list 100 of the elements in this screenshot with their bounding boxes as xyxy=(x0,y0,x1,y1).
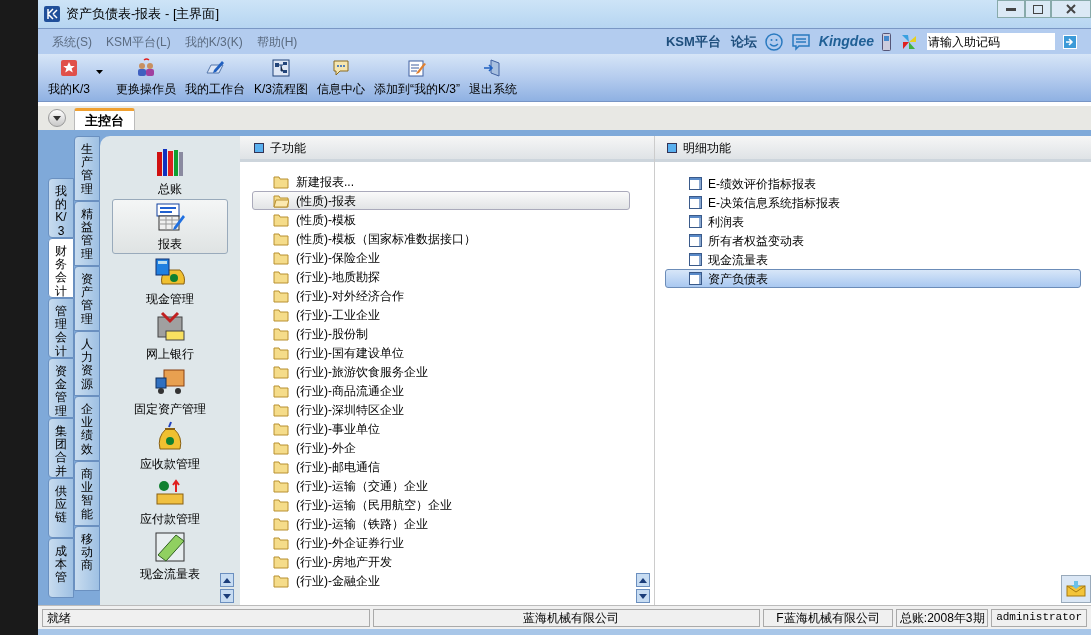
folder-item[interactable]: (性质)-模板（国家标准数据接口） xyxy=(252,229,630,248)
bank-building-icon xyxy=(154,310,186,343)
folder-item[interactable]: (行业)-股份制 xyxy=(252,324,630,343)
folder-item[interactable]: (行业)-国有建设单位 xyxy=(252,343,630,362)
folder-icon xyxy=(273,497,289,512)
toolbar-button[interactable]: 我的K/3 xyxy=(48,58,107,98)
dropdown-button[interactable] xyxy=(48,109,66,127)
toolbar-button[interactable]: 更换操作员 xyxy=(116,58,176,98)
header-link[interactable]: 论坛 xyxy=(730,31,757,52)
minimize-button[interactable] xyxy=(997,0,1025,18)
side-tab[interactable]: 移动商 xyxy=(74,526,100,591)
banknote-sheet-icon xyxy=(154,530,186,563)
status-field: 总账:2008年3期 xyxy=(896,608,989,627)
module-item[interactable]: 固定资产管理 xyxy=(112,364,228,419)
close-button[interactable] xyxy=(1051,0,1091,18)
toolbar-button[interactable]: 信息中心 xyxy=(317,58,366,98)
folder-item[interactable]: (行业)-地质勘探 xyxy=(252,267,630,286)
module-item[interactable]: 应收款管理 xyxy=(112,419,228,474)
module-item[interactable]: 现金流量表 xyxy=(112,529,228,584)
header-link[interactable]: KSM平台 xyxy=(665,31,721,52)
report-item[interactable]: E-决策信息系统指标报表 xyxy=(665,193,1081,212)
folder-item[interactable]: (行业)-金融企业 xyxy=(252,571,630,590)
toolbar-button[interactable]: 退出系统 xyxy=(469,58,518,98)
folder-item[interactable]: (行业)-运输（民用航空）企业 xyxy=(252,495,630,514)
go-button[interactable] xyxy=(1063,34,1077,49)
folder-item[interactable]: 新建报表... xyxy=(252,172,630,191)
folder-icon xyxy=(273,288,289,303)
side-tab[interactable]: 集团合并 xyxy=(48,418,74,478)
document-icon xyxy=(689,196,702,209)
module-item[interactable]: 报表 xyxy=(112,199,228,254)
tab[interactable]: 主控台 xyxy=(74,108,135,130)
side-tab[interactable]: 企业绩效 xyxy=(74,396,100,461)
side-tab[interactable]: 资金管理 xyxy=(48,358,74,418)
scroll-down-button[interactable] xyxy=(636,589,650,603)
menu-item[interactable]: 系统(S) xyxy=(52,32,92,51)
side-tab[interactable]: 商业智能 xyxy=(74,461,100,526)
side-tab[interactable]: 财务会计 xyxy=(48,238,74,298)
mobile-phone-icon[interactable] xyxy=(882,32,891,51)
folder-item[interactable]: (行业)-外企 xyxy=(252,438,630,457)
menu-item[interactable]: 帮助(H) xyxy=(256,32,298,51)
toolbar-button[interactable]: 我的工作台 xyxy=(185,58,245,98)
folder-item[interactable]: (行业)-商品流通企业 xyxy=(252,381,630,400)
search-field[interactable]: 请输入助记码 xyxy=(927,33,1055,50)
folder-item[interactable]: (性质)-报表 xyxy=(252,191,630,210)
down-arrow-icon xyxy=(223,593,231,599)
panel-title: 明细功能 xyxy=(683,139,731,157)
scroll-up-button[interactable] xyxy=(636,573,650,587)
side-tab[interactable]: 成本管 xyxy=(48,538,74,598)
side-tab[interactable]: 精益管理 xyxy=(74,201,100,266)
folder-icon xyxy=(273,516,289,531)
report-item[interactable]: E-绩效评价指标报表 xyxy=(665,174,1081,193)
folder-item[interactable]: (行业)-深圳特区企业 xyxy=(252,400,630,419)
folder-item[interactable]: (行业)-运输（交通）企业 xyxy=(252,476,630,495)
scroll-down-button[interactable] xyxy=(220,589,234,603)
report-item[interactable]: 现金流量表 xyxy=(665,250,1081,269)
menu-item[interactable]: 我的K/3(K) xyxy=(184,32,243,51)
panel-title: 子功能 xyxy=(270,139,306,157)
side-tab[interactable]: 生产管理 xyxy=(74,136,100,201)
down-arrow-icon xyxy=(639,593,647,599)
side-tab[interactable]: 我的K/3 xyxy=(48,178,74,238)
folder-item[interactable]: (行业)-房地产开发 xyxy=(252,552,630,571)
close-icon xyxy=(1066,4,1076,14)
folder-item[interactable]: (性质)-模板 xyxy=(252,210,630,229)
folder-item[interactable]: (行业)-运输（铁路）企业 xyxy=(252,514,630,533)
module-item[interactable]: 网上银行 xyxy=(112,309,228,364)
scroll-up-button[interactable] xyxy=(220,573,234,587)
caret-icon xyxy=(53,115,61,121)
folder-item[interactable]: (行业)-保险企业 xyxy=(252,248,630,267)
caret-icon xyxy=(96,70,103,74)
folder-item[interactable]: (行业)-邮电通信 xyxy=(252,457,630,476)
module-item[interactable]: 应付款管理 xyxy=(112,474,228,529)
folder-item[interactable]: (行业)-工业企业 xyxy=(252,305,630,324)
report-item[interactable]: 所有者权益变动表 xyxy=(665,231,1081,250)
side-tab[interactable]: 资产管理 xyxy=(74,266,100,331)
chat-bubble-icon[interactable] xyxy=(790,32,811,51)
toolbar-button[interactable]: 添加到“我的K/3” xyxy=(374,58,461,98)
status-field: 就绪 xyxy=(42,608,371,627)
arrow-right-icon xyxy=(1066,37,1074,46)
maximize-button[interactable] xyxy=(1025,0,1051,18)
folder-icon xyxy=(273,326,289,341)
folder-icon xyxy=(273,269,289,284)
side-tab[interactable]: 供应链 xyxy=(48,478,74,538)
bullet-icon xyxy=(667,142,677,153)
folder-icon xyxy=(273,250,289,265)
folder-item[interactable]: (行业)-旅游饮食服务企业 xyxy=(252,362,630,381)
side-tab[interactable]: 人力资源 xyxy=(74,331,100,396)
module-item[interactable]: 总账 xyxy=(112,144,228,199)
module-item[interactable]: 现金管理 xyxy=(112,254,228,309)
folder-item[interactable]: (行业)-外企证券行业 xyxy=(252,533,630,552)
window-title: 资产负债表-报表 - [主界面] xyxy=(66,5,220,24)
folder-icon xyxy=(273,231,289,246)
folder-item[interactable]: (行业)-事业单位 xyxy=(252,419,630,438)
report-item[interactable]: 利润表 xyxy=(665,212,1081,231)
edit-form-icon xyxy=(407,58,428,78)
menu-item[interactable]: KSM平台(L) xyxy=(106,32,171,51)
smiley-icon[interactable] xyxy=(764,32,783,51)
toolbar-button[interactable]: K/3流程图 xyxy=(254,58,309,98)
folder-item[interactable]: (行业)-对外经济合作 xyxy=(252,286,630,305)
report-item[interactable]: 资产负债表 xyxy=(665,269,1081,288)
side-tab[interactable]: 管理会计 xyxy=(48,298,74,358)
